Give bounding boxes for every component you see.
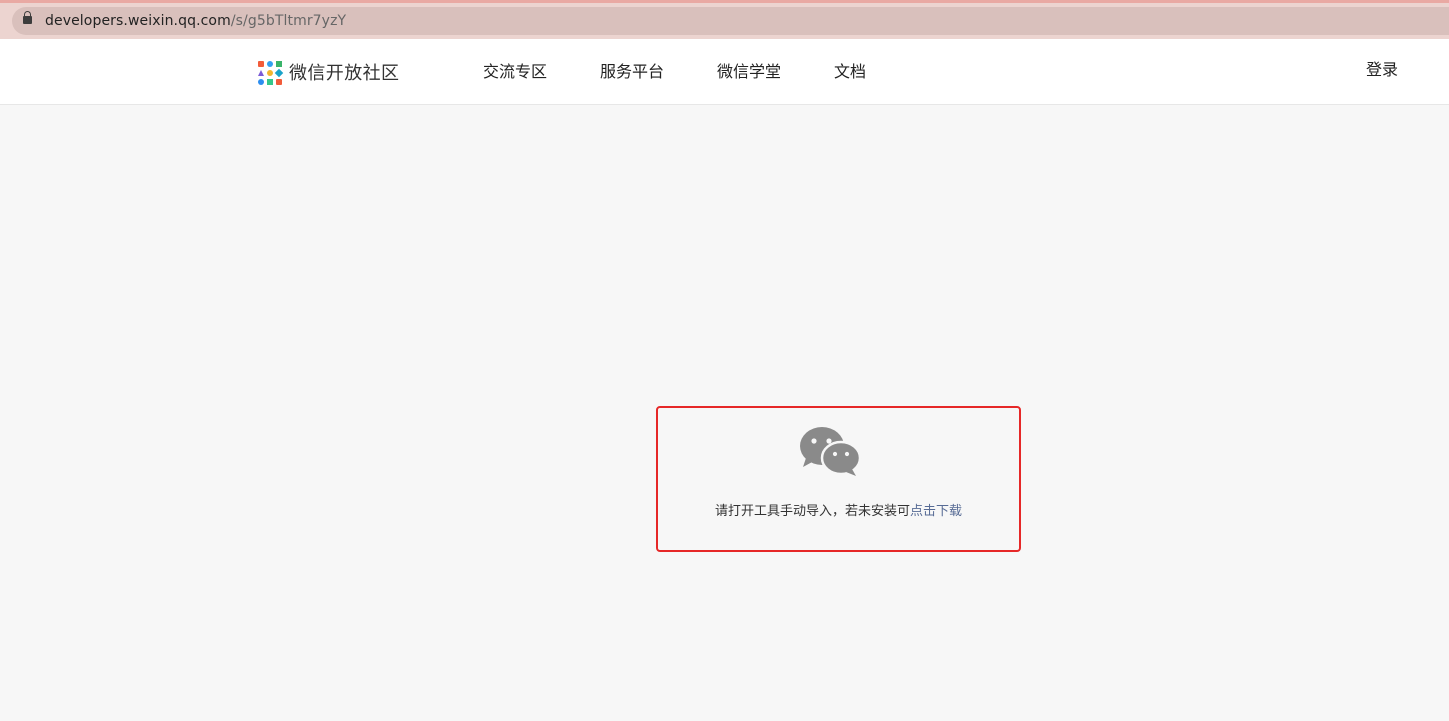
url-host: developers.weixin.qq.com	[45, 13, 231, 29]
url-path: /s/g5bTltmr7yzY	[230, 13, 347, 29]
url-text[interactable]: developers.weixin.qq.com/s/g5bTltmr7yzY	[45, 12, 346, 30]
download-link[interactable]: 点击下载	[910, 504, 962, 519]
wechat-icon	[800, 427, 862, 476]
nav-item-academy[interactable]: 微信学堂	[717, 61, 781, 83]
site-title: 微信开放社区	[289, 63, 400, 84]
login-button[interactable]: 登录	[1366, 59, 1398, 81]
site-header: 微信开放社区 交流专区 服务平台 微信学堂 文档 登录	[0, 39, 1449, 105]
site-logo[interactable]: 微信开放社区	[258, 59, 399, 85]
import-notice: 请打开工具手动导入，若未安装可点击下载	[656, 406, 1021, 552]
logo-icon	[258, 60, 284, 85]
notice-message: 请打开工具手动导入，若未安装可	[714, 504, 910, 519]
lock-icon	[23, 11, 32, 24]
nav-item-services[interactable]: 服务平台	[600, 61, 664, 83]
nav-item-community[interactable]: 交流专区	[483, 61, 547, 83]
main-nav: 交流专区 服务平台 微信学堂 文档	[483, 61, 866, 83]
nav-item-docs[interactable]: 文档	[834, 61, 866, 83]
notice-text: 请打开工具手动导入，若未安装可点击下载	[658, 503, 1019, 521]
browser-address-bar: developers.weixin.qq.com/s/g5bTltmr7yzY	[0, 0, 1449, 39]
